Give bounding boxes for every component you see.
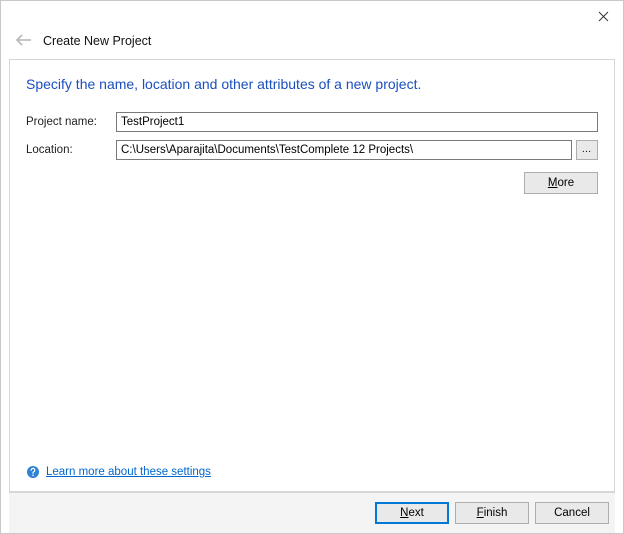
project-name-label: Project name: — [26, 116, 116, 128]
next-button[interactable]: Next — [375, 502, 449, 524]
project-name-row: Project name: — [26, 112, 598, 132]
button-bar: Next Finish Cancel — [9, 492, 615, 533]
location-label: Location: — [26, 144, 116, 156]
location-input[interactable] — [116, 140, 572, 160]
dialog-window: Create New Project Specify the name, loc… — [0, 0, 624, 534]
back-arrow-icon[interactable] — [15, 33, 33, 51]
location-row: Location: … — [26, 140, 598, 160]
help-link[interactable]: Learn more about these settings — [46, 466, 211, 478]
more-button-rest: ore — [557, 177, 574, 189]
dialog-title: Create New Project — [43, 34, 151, 48]
project-name-input[interactable] — [116, 112, 598, 132]
finish-button[interactable]: Finish — [455, 502, 529, 524]
more-button[interactable]: More — [524, 172, 598, 194]
header-row: Create New Project — [1, 31, 623, 59]
browse-button[interactable]: … — [576, 140, 598, 160]
help-row: Learn more about these settings — [26, 465, 211, 479]
close-icon[interactable] — [589, 6, 617, 26]
cancel-button[interactable]: Cancel — [535, 502, 609, 524]
help-icon — [26, 465, 40, 479]
instruction-text: Specify the name, location and other att… — [26, 76, 598, 92]
more-row: More — [26, 172, 598, 194]
content-panel: Specify the name, location and other att… — [9, 59, 615, 492]
titlebar — [1, 1, 623, 31]
